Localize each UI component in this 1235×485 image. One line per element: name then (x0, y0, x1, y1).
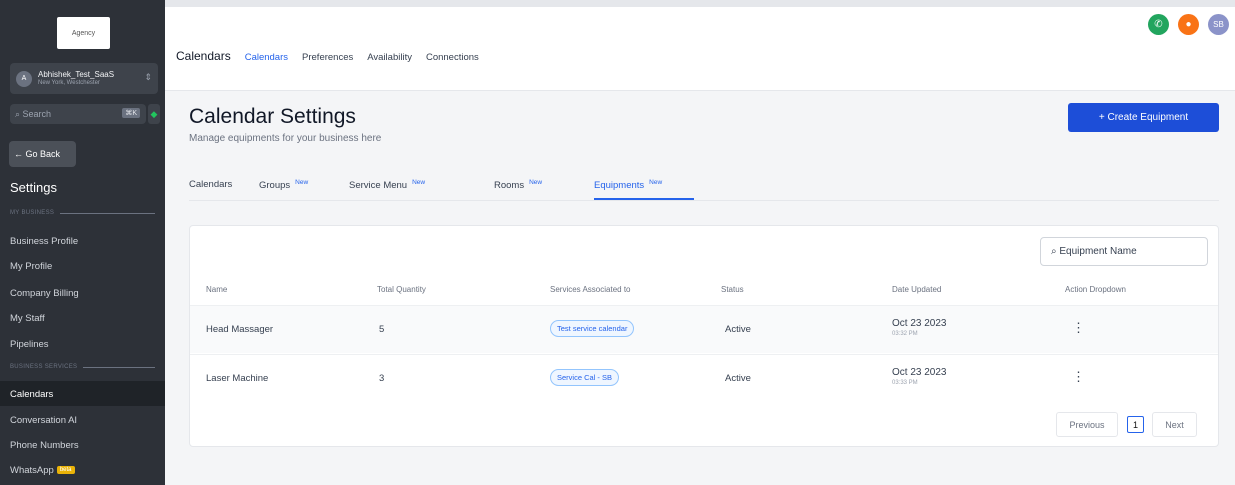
sidebar: Agency A Abhishek_Test_SaaS New York, We… (0, 0, 165, 485)
beta-badge: beta (56, 466, 75, 474)
active-tab-underline (594, 198, 694, 200)
top-title: Calendars (176, 49, 231, 63)
sidebar-item-conversation-ai[interactable]: Conversation AI (10, 415, 77, 426)
equipment-qty: 5 (379, 324, 385, 335)
sidebar-item-business-profile[interactable]: Business Profile (10, 236, 78, 247)
equipment-status: Active (725, 324, 751, 335)
more-vertical-icon[interactable]: ⋮ (1072, 369, 1085, 385)
top-strip (165, 0, 1235, 7)
col-action: Action Dropdown (1065, 285, 1126, 294)
search-shortcut: ⌘K (122, 108, 140, 118)
settings-heading: Settings (10, 180, 57, 195)
search-icon: ⌕ (15, 108, 23, 119)
account-location: New York, Westchester (38, 79, 100, 86)
subtab-label: Rooms (494, 180, 525, 191)
page-title: Calendar Settings (189, 105, 356, 128)
sidebar-item-phone-numbers[interactable]: Phone Numbers (10, 440, 79, 451)
equipment-qty: 3 (379, 373, 385, 384)
sidebar-item-calendars[interactable]: Calendars (10, 389, 53, 400)
time-value: 03:32 PM (892, 331, 918, 337)
col-status: Status (721, 285, 744, 294)
col-total-quantity: Total Quantity (377, 285, 426, 294)
go-back-button[interactable]: ← Go Back (9, 141, 76, 167)
service-tag: Test service calendar (550, 320, 635, 337)
sidebar-item-pipelines[interactable]: Pipelines (10, 339, 49, 350)
page-number-button[interactable]: 1 (1127, 416, 1144, 433)
top-tabs: Calendars Calendars Preferences Availabi… (176, 49, 493, 63)
top-bar (165, 0, 1235, 90)
sidebar-item-my-profile[interactable]: My Profile (10, 261, 52, 272)
whatsapp-label: WhatsApp (10, 465, 54, 476)
date-updated: Oct 23 2023 03:33 PM (892, 368, 946, 388)
previous-page-button[interactable]: Previous (1056, 412, 1118, 437)
new-badge: New (649, 179, 663, 186)
equipment-table-card: ⌕ Equipment Name Name Total Quantity Ser… (189, 225, 1219, 447)
chevron-updown-icon: ⇕ (144, 72, 152, 82)
header-divider (165, 90, 1235, 91)
search-placeholder: Search (22, 109, 52, 119)
subtab-calendars[interactable]: Calendars (189, 179, 232, 190)
tab-preferences[interactable]: Preferences (302, 52, 353, 63)
next-page-button[interactable]: Next (1152, 412, 1197, 437)
filter-placeholder: Equipment Name (1059, 246, 1137, 257)
phone-icon[interactable]: ✆ (1148, 14, 1169, 35)
account-name: Abhishek_Test_SaaS (38, 69, 115, 79)
agency-logo[interactable]: Agency (57, 17, 110, 49)
section-business-services: BUSINESS SERVICES (10, 364, 155, 370)
equipment-name-filter[interactable]: ⌕ Equipment Name (1040, 237, 1208, 266)
quick-action-icon[interactable]: ◆ (148, 104, 160, 124)
table-row[interactable]: Laser Machine 3 Service Cal - SB Active … (190, 354, 1218, 402)
notification-bell-icon[interactable]: ● (1178, 14, 1199, 35)
date-updated: Oct 23 2023 03:32 PM (892, 319, 946, 339)
equipment-name: Laser Machine (206, 373, 269, 384)
subtab-groups[interactable]: Groups New (259, 179, 308, 191)
new-badge: New (295, 179, 309, 186)
subtab-label: Service Menu (349, 180, 408, 191)
subtab-label: Equipments (594, 180, 645, 191)
col-name: Name (206, 285, 228, 294)
section-my-business: MY BUSINESS (10, 210, 155, 216)
subtab-equipments[interactable]: Equipments New (594, 179, 662, 191)
table-row[interactable]: Head Massager 5 Test service calendar Ac… (190, 305, 1218, 353)
sidebar-item-my-staff[interactable]: My Staff (10, 313, 45, 324)
subtab-label: Calendars (189, 179, 233, 190)
subtab-rooms[interactable]: Rooms New (494, 179, 542, 191)
tab-connections[interactable]: Connections (426, 52, 479, 63)
sidebar-search[interactable]: ⌕ Search ⌘K (10, 104, 146, 124)
tab-availability[interactable]: Availability (367, 52, 412, 63)
time-value: 03:33 PM (892, 380, 918, 386)
table-header: Name Total Quantity Services Associated … (190, 276, 1218, 304)
subtab-label: Groups (259, 180, 291, 191)
tab-calendars[interactable]: Calendars (245, 52, 288, 63)
page-subtitle: Manage equipments for your business here (189, 133, 382, 144)
more-vertical-icon[interactable]: ⋮ (1072, 320, 1085, 336)
user-avatar[interactable]: SB (1208, 14, 1229, 35)
col-services: Services Associated to (550, 285, 631, 294)
service-tag: Service Cal - SB (550, 369, 620, 386)
sidebar-item-whatsapp[interactable]: WhatsApp beta (10, 465, 75, 476)
new-badge: New (412, 179, 426, 186)
account-switcher[interactable]: A Abhishek_Test_SaaS New York, Westchest… (10, 63, 158, 94)
date-value: Oct 23 2023 (892, 318, 947, 329)
create-equipment-button[interactable]: + Create Equipment (1068, 103, 1219, 132)
equipment-status: Active (725, 373, 751, 384)
new-badge: New (529, 179, 543, 186)
search-icon: ⌕ (1051, 246, 1060, 257)
account-avatar: A (16, 70, 32, 87)
subtab-service-menu[interactable]: Service Menu New (349, 179, 425, 191)
settings-subtabs: Calendars Groups New Service Menu New Room… (189, 177, 1219, 201)
col-date-updated: Date Updated (892, 285, 942, 294)
sidebar-item-company-billing[interactable]: Company Billing (10, 288, 79, 299)
date-value: Oct 23 2023 (892, 367, 947, 378)
equipment-name: Head Massager (206, 324, 274, 335)
